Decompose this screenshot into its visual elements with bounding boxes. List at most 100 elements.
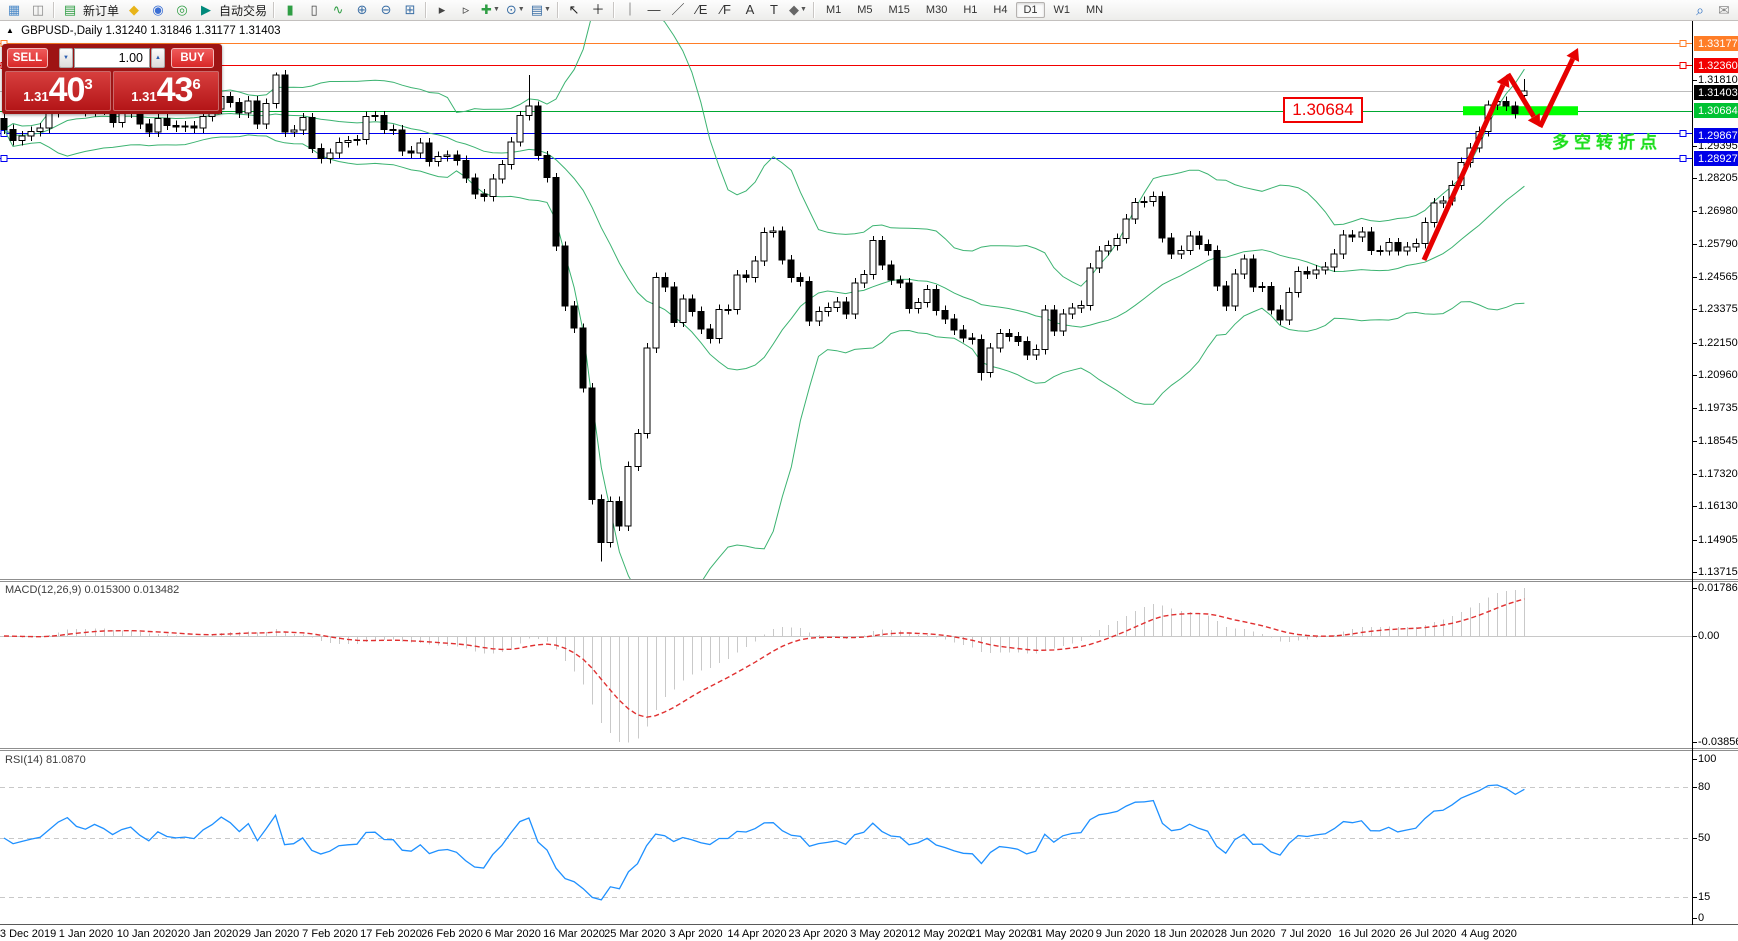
- price-tick-label: 1.18545: [1698, 435, 1738, 447]
- date-tick-label: 6 Mar 2020: [485, 928, 541, 940]
- date-tick-label: 4 Aug 2020: [1461, 928, 1517, 940]
- timeframe-button-d1[interactable]: D1: [1016, 2, 1044, 18]
- toolbar-separator: [425, 2, 427, 18]
- templates-icon[interactable]: ▤▼: [529, 0, 553, 20]
- rsi-pane: [0, 785, 1692, 900]
- macd-axis-label: 0.017865: [1698, 582, 1738, 594]
- sell-button[interactable]: SELL: [7, 48, 48, 68]
- ask-sup: 6: [192, 76, 200, 93]
- date-tick-label: 12 May 2020: [908, 928, 972, 940]
- price-level-label[interactable]: 1.30684: [1283, 97, 1363, 123]
- date-tick-label: 28 Jun 2020: [1215, 928, 1276, 940]
- price-tick-label: 1.23375: [1698, 303, 1738, 315]
- timeframe-button-m1[interactable]: M1: [819, 2, 848, 18]
- zoom-in-icon[interactable]: ⊕: [351, 0, 373, 20]
- price-tick-label: 1.22150: [1698, 337, 1738, 349]
- shapes-icon[interactable]: ◆▼: [787, 0, 809, 20]
- tile-windows-icon[interactable]: ⊞: [399, 0, 421, 20]
- timeframe-button-h1[interactable]: H1: [956, 2, 984, 18]
- volume-down-button[interactable]: ▼: [59, 48, 73, 68]
- text-icon[interactable]: A: [739, 0, 761, 20]
- main-toolbar: ▦◫ ▤新订单◆◉◎▶自动交易 ▮▯∿⊕⊖⊞ ▸▹✚▼⊙▼▤▼ ↖＋ ｜—／∕E∕FAT◆…: [0, 0, 1738, 21]
- chart-shift-icon[interactable]: ▹: [455, 0, 477, 20]
- date-tick-label: 26 Feb 2020: [421, 928, 483, 940]
- price-tick-label: 1.25790: [1698, 238, 1738, 250]
- bid-prefix: 1.31: [23, 89, 48, 104]
- macd-axis-label: -0.038561: [1698, 736, 1738, 748]
- date-tick-label: 16 Mar 2020: [543, 928, 605, 940]
- price-tick-label: 1.28205: [1698, 172, 1738, 184]
- timeframe-button-h4[interactable]: H4: [986, 2, 1014, 18]
- fibonacci-icon[interactable]: ∕F: [715, 0, 737, 20]
- highlight-bar[interactable]: [1463, 106, 1578, 115]
- new-order-button[interactable]: ▤: [59, 0, 81, 20]
- volume-up-button[interactable]: ▲: [151, 48, 165, 68]
- bid-main: 40: [49, 73, 85, 107]
- periods-icon[interactable]: ⊙▼: [504, 0, 527, 20]
- bar-chart-icon[interactable]: ▮: [279, 0, 301, 20]
- new-order-button-label[interactable]: 新订单: [83, 2, 119, 19]
- buy-button[interactable]: BUY: [171, 48, 214, 68]
- date-tick-label: 9 Jun 2020: [1096, 928, 1150, 940]
- date-tick-label: 29 Jan 2020: [239, 928, 300, 940]
- price-tick-label: 1.16130: [1698, 500, 1738, 512]
- price-tick-label: 1.24565: [1698, 271, 1738, 283]
- zoom-out-icon[interactable]: ⊖: [375, 0, 397, 20]
- price-line-label: 1.32360: [1694, 58, 1738, 73]
- toolbar-separator: [613, 2, 615, 18]
- collapse-triangle-icon[interactable]: ▲: [6, 26, 14, 35]
- timeframe-button-m15[interactable]: M15: [882, 2, 917, 18]
- terminal-window: ▦◫ ▤新订单◆◉◎▶自动交易 ▮▯∿⊕⊖⊞ ▸▹✚▼⊙▼▤▼ ↖＋ ｜—／∕E∕FAT◆…: [0, 0, 1738, 941]
- toolbar-separator: [273, 2, 275, 18]
- chart-canvas[interactable]: [0, 0, 1738, 941]
- date-tick-label: 18 Jun 2020: [1154, 928, 1215, 940]
- date-tick-label: 10 Jan 2020: [117, 928, 178, 940]
- date-tick-label: 16 Jul 2020: [1339, 928, 1396, 940]
- crosshair-icon[interactable]: ＋: [587, 0, 609, 20]
- timeframe-button-w1[interactable]: W1: [1047, 2, 1078, 18]
- search-icon[interactable]: ⌕: [1689, 0, 1711, 20]
- chat-icon[interactable]: ✉: [1713, 0, 1735, 20]
- trend-arrows[interactable]: [1424, 48, 1579, 260]
- line-chart-icon[interactable]: ∿: [327, 0, 349, 20]
- turning-point-annotation[interactable]: 多空转折点: [1552, 128, 1662, 153]
- community-icon[interactable]: ◉: [147, 0, 169, 20]
- date-tick-label: 20 Jan 2020: [178, 928, 239, 940]
- channel-icon[interactable]: ∕E: [691, 0, 713, 20]
- candle-chart-icon[interactable]: ▯: [303, 0, 325, 20]
- date-tick-label: 23 Dec 2019: [0, 928, 56, 940]
- date-tick-label: 3 Apr 2020: [669, 928, 722, 940]
- autotrading-button[interactable]: ▶: [195, 0, 217, 20]
- ask-price-display[interactable]: 1.31436: [113, 71, 219, 111]
- chart-symbol-label: GBPUSD-,Daily: [21, 25, 102, 37]
- ask-prefix: 1.31: [131, 89, 156, 104]
- price-tick-label: 1.19735: [1698, 402, 1738, 414]
- autotrading-button-label[interactable]: 自动交易: [219, 2, 267, 19]
- date-tick-label: 14 Apr 2020: [727, 928, 786, 940]
- metaeditor-icon[interactable]: ◆: [123, 0, 145, 20]
- auto-scroll-icon[interactable]: ▸: [431, 0, 453, 20]
- trendline-icon[interactable]: ／: [667, 0, 689, 20]
- price-tick-label: 1.17320: [1698, 468, 1738, 480]
- timeframe-button-m5[interactable]: M5: [850, 2, 879, 18]
- timeframe-button-mn[interactable]: MN: [1079, 2, 1110, 18]
- bid-price-display[interactable]: 1.31403: [5, 71, 111, 111]
- price-line-label: 1.31403: [1694, 85, 1738, 100]
- indicators-icon[interactable]: ✚▼: [479, 0, 502, 20]
- horizontal-line-icon[interactable]: —: [643, 0, 665, 20]
- signals-icon[interactable]: ◎: [171, 0, 193, 20]
- macd-label: MACD(12,26,9) 0.015300 0.013482: [5, 584, 179, 596]
- text-label-icon[interactable]: T: [763, 0, 785, 20]
- cursor-icon[interactable]: ↖: [563, 0, 585, 20]
- charts-grid-icon[interactable]: ▦: [3, 0, 25, 20]
- price-tick-label: 1.26980: [1698, 205, 1738, 217]
- volume-input[interactable]: [74, 48, 150, 68]
- rsi-axis-label: 15: [1698, 891, 1710, 903]
- profile-icon[interactable]: ◫: [27, 0, 49, 20]
- date-tick-label: 21 May 2020: [969, 928, 1033, 940]
- vertical-line-icon[interactable]: ｜: [619, 0, 641, 20]
- one-click-trading-panel: SELL ▼ ▲ BUY 1.31403 1.31436: [2, 44, 222, 114]
- timeframe-button-m30[interactable]: M30: [919, 2, 954, 18]
- pane-separators[interactable]: [0, 21, 1738, 925]
- price-line-label: 1.30684: [1694, 103, 1738, 118]
